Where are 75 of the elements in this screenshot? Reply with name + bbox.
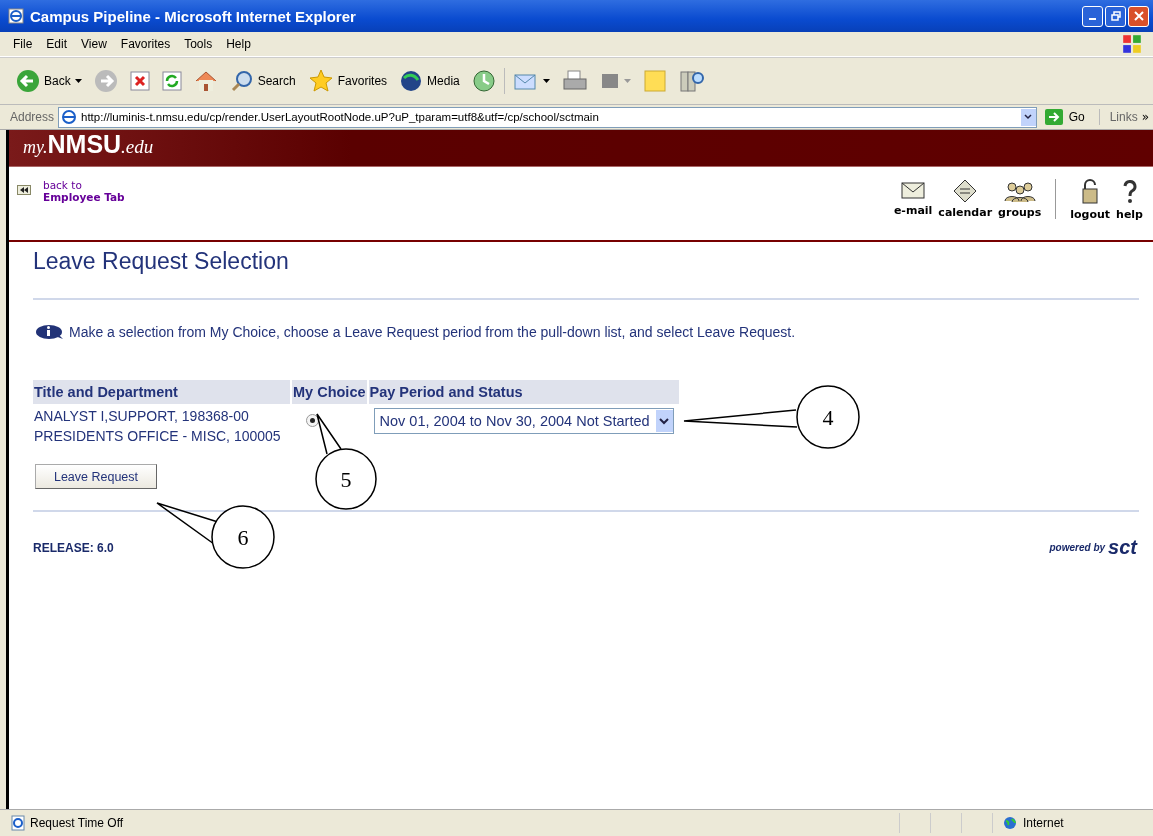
address-label: Address [10, 110, 55, 124]
powered-by-text: powered by [1049, 542, 1106, 553]
restore-icon [1110, 11, 1121, 21]
logo-name: NMSU [47, 130, 122, 159]
period-dropdown[interactable]: Nov 01, 2004 to Nov 30, 2004 Not Started [373, 408, 674, 434]
back-button[interactable]: Back [12, 67, 86, 95]
groups-link[interactable]: groups [998, 179, 1042, 219]
address-field[interactable]: http://luminis-t.nmsu.edu/cp/render.UserLayoutRootNode.uP?uP_tparam=utf8&utf=/cp/school/sctmain [58, 106, 1037, 128]
search-icon [229, 69, 254, 93]
info-icon [35, 324, 65, 340]
browser-icon [61, 109, 78, 125]
caret-icon [74, 78, 82, 84]
back-link[interactable]: back to Employee Tab [43, 179, 125, 203]
callout-marker: 5 [315, 448, 377, 510]
leader-line [316, 413, 342, 455]
logo-suffix: .edu [121, 136, 154, 158]
table-cell-text: ANALYST I,SUPPORT, 198368-00 [34, 408, 250, 424]
star-icon [307, 69, 334, 93]
note-icon [642, 69, 667, 93]
restore-button[interactable] [1105, 5, 1126, 27]
page-title: Leave Request Selection [33, 248, 290, 276]
caret-icon [623, 78, 631, 84]
books-icon [678, 69, 705, 93]
menu-item[interactable]: Edit [39, 37, 75, 51]
minimize-button[interactable] [1082, 5, 1103, 27]
window-title: Campus Pipeline - Microsoft Internet Explorer [30, 7, 357, 25]
zone-label: Internet [1023, 816, 1064, 830]
media-button[interactable]: Media [395, 67, 464, 95]
browser-icon [8, 8, 24, 24]
table-cell-text: PRESIDENTS OFFICE - MISC, 100005 [34, 428, 282, 444]
menu-item[interactable]: File [6, 37, 40, 51]
column-header: My Choice [292, 380, 367, 404]
rewind-icon [17, 185, 31, 195]
help-link[interactable]: help [1116, 179, 1143, 221]
envelope-icon [900, 179, 927, 201]
status-text: Request Time Off [30, 816, 125, 830]
menu-item[interactable]: Help [219, 37, 258, 51]
favorites-button[interactable]: Favorites [303, 67, 392, 95]
mail-link[interactable]: e-mail [893, 179, 933, 217]
more-button[interactable]: » [1141, 110, 1149, 124]
callout-marker: 4 [796, 385, 860, 449]
menu-item[interactable]: View [74, 37, 114, 51]
search-button[interactable]: Search [225, 67, 300, 95]
refresh-icon [161, 71, 182, 91]
menu-item[interactable]: Favorites [113, 37, 178, 51]
square-icon [599, 71, 620, 91]
globe-icon [399, 69, 424, 93]
stop-icon [129, 71, 150, 91]
arrow-icon [1044, 109, 1063, 125]
caret-icon [542, 78, 550, 84]
house-icon [193, 70, 218, 92]
minimize-icon [1089, 18, 1096, 20]
calendar-link[interactable]: calendar [938, 179, 993, 219]
callout-marker: 6 [211, 505, 275, 569]
release-label: RELEASE: 6.0 [33, 540, 114, 555]
leave-request-button[interactable]: Leave Request [35, 464, 157, 489]
links-button[interactable]: Links [1103, 110, 1138, 124]
menu-item[interactable]: Tools [177, 37, 220, 51]
printer-icon [561, 69, 588, 93]
column-header: Title and Department [33, 380, 290, 404]
globe-icon [1003, 816, 1017, 830]
sct-logo: sct [1108, 536, 1137, 559]
instruction-text: Make a selection from My Choice, choose a Leave Request period from the pull-down list, and select Leave Request. [69, 324, 796, 340]
close-icon [1133, 11, 1144, 21]
leader-line [156, 502, 219, 545]
logo-prefix: my. [23, 137, 48, 158]
column-header: Pay Period and Status [368, 380, 679, 404]
calendar-icon [952, 179, 979, 203]
logout-link[interactable]: logout [1070, 179, 1111, 221]
clock-icon [471, 69, 496, 93]
close-button[interactable] [1128, 5, 1149, 27]
page-icon [10, 815, 26, 831]
people-icon [1001, 179, 1038, 203]
go-button[interactable]: Go [1040, 109, 1100, 125]
windows-logo-icon [1121, 33, 1143, 55]
